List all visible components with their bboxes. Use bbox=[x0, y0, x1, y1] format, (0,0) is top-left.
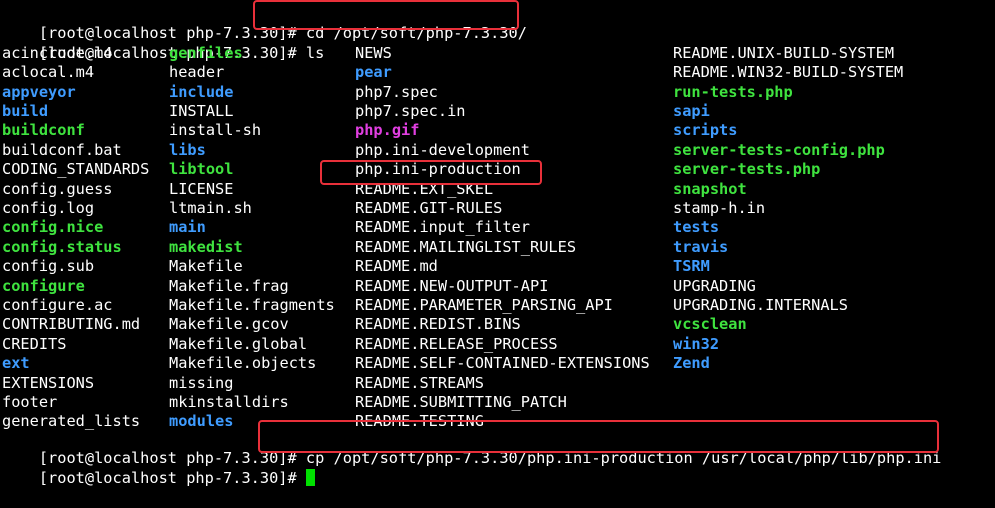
file-entry: Makefile.fragments bbox=[169, 296, 335, 314]
file-entry: header bbox=[169, 63, 225, 82]
directory-entry: appveyor bbox=[2, 82, 76, 101]
file-entry: config.guess bbox=[2, 179, 113, 198]
file-entry: LICENSE bbox=[169, 179, 234, 198]
directory-entry: pear bbox=[355, 63, 392, 82]
directory-entry: main bbox=[169, 218, 206, 237]
file-entry: README.GIT-RULES bbox=[355, 199, 503, 217]
file-entry: server-tests-config.php bbox=[673, 140, 885, 159]
directory-entry: TSRM bbox=[673, 257, 710, 276]
file-entry: README.md bbox=[355, 257, 438, 276]
file-entry: Makefile.objects bbox=[169, 354, 317, 373]
file-entry: php7.spec.in bbox=[355, 102, 466, 120]
file-entry: README.NEW-OUTPUT-API bbox=[355, 276, 549, 295]
file-entry: Makefile.frag bbox=[169, 276, 289, 295]
file-entry: footer bbox=[2, 393, 58, 411]
file-entry: EXTENSIONS bbox=[2, 373, 95, 392]
terminal-cursor bbox=[305, 468, 315, 486]
file-entry: Makefile.gcov bbox=[169, 315, 289, 334]
file-entry: ltmain.sh bbox=[169, 199, 252, 217]
highlight-box-php-ini-production bbox=[320, 160, 542, 185]
file-entry: config.log bbox=[2, 199, 95, 217]
file-entry: README.SUBMITTING_PATCH bbox=[355, 393, 567, 411]
file-entry: run-tests.php bbox=[673, 82, 793, 101]
file-entry: INSTALL bbox=[169, 102, 234, 120]
file-entry: buildconf bbox=[2, 121, 85, 140]
file-entry: php.gif bbox=[355, 121, 420, 140]
file-entry: makedist bbox=[169, 237, 243, 256]
file-entry: configure bbox=[2, 276, 85, 295]
file-entry: missing bbox=[169, 373, 234, 392]
file-entry: README.input_filter bbox=[355, 218, 530, 237]
file-entry: configure.ac bbox=[2, 296, 113, 314]
file-entry: README.STREAMS bbox=[355, 373, 484, 392]
file-entry: mkinstalldirs bbox=[169, 393, 289, 411]
command-text: ls bbox=[305, 43, 325, 62]
file-entry: CODING_STANDARDS bbox=[2, 160, 150, 179]
file-entry: README.WIN32-BUILD-SYSTEM bbox=[673, 63, 904, 82]
file-entry: php.ini-development bbox=[355, 140, 530, 159]
file-entry: Makefile bbox=[169, 257, 243, 276]
file-entry: README.REDIST.BINS bbox=[355, 315, 521, 334]
file-entry: CONTRIBUTING.md bbox=[2, 315, 141, 334]
file-entry: libtool bbox=[169, 160, 234, 179]
highlight-box-cp-command bbox=[258, 420, 939, 453]
file-entry: Makefile.global bbox=[169, 334, 308, 353]
file-entry: aclocal.m4 bbox=[2, 63, 95, 82]
directory-entry: sapi bbox=[673, 102, 710, 120]
file-entry: stamp-h.in bbox=[673, 199, 766, 217]
shell-prompt: [root@localhost php-7.3.30]# bbox=[38, 468, 306, 487]
file-entry: php7.spec bbox=[355, 82, 438, 101]
file-entry: README.MAILINGLIST_RULES bbox=[355, 237, 577, 256]
file-entry: README.UNIX-BUILD-SYSTEM bbox=[673, 43, 895, 62]
directory-entry: include bbox=[169, 82, 234, 101]
file-entry: README.PARAMETER_PARSING_API bbox=[355, 296, 613, 314]
file-entry: install-sh bbox=[169, 121, 262, 140]
directory-entry: scripts bbox=[673, 121, 738, 140]
file-entry: README.RELEASE_PROCESS bbox=[355, 334, 558, 353]
file-entry: snapshot bbox=[673, 179, 747, 198]
directory-entry: modules bbox=[169, 412, 234, 431]
file-entry: CREDITS bbox=[2, 334, 67, 353]
file-entry: acinclude.m4 bbox=[2, 43, 113, 62]
directory-entry: libs bbox=[169, 140, 206, 159]
directory-entry: win32 bbox=[673, 334, 720, 353]
terminal-window[interactable]: [root@localhost php-7.3.30]# cd /opt/sof… bbox=[0, 0, 995, 492]
file-entry: config.sub bbox=[2, 257, 95, 276]
file-entry: buildconf.bat bbox=[2, 140, 122, 159]
file-entry: UPGRADING.INTERNALS bbox=[673, 296, 848, 314]
file-entry: NEWS bbox=[355, 43, 392, 62]
directory-entry: Zend bbox=[673, 354, 710, 373]
file-entry: config.nice bbox=[2, 218, 104, 237]
file-entry: config.status bbox=[2, 237, 122, 256]
file-entry: server-tests.php bbox=[673, 160, 821, 179]
file-entry: genfiles bbox=[169, 43, 243, 62]
file-entry: README.SELF-CONTAINED-EXTENSIONS bbox=[355, 354, 650, 373]
file-entry: vcsclean bbox=[673, 315, 747, 334]
directory-entry: travis bbox=[673, 237, 729, 256]
directory-entry: build bbox=[2, 102, 49, 120]
file-entry: UPGRADING bbox=[673, 276, 756, 295]
file-entry: generated_lists bbox=[2, 412, 141, 431]
directory-entry: ext bbox=[2, 354, 30, 373]
highlight-box-cd-command bbox=[253, 0, 519, 30]
directory-entry: tests bbox=[673, 218, 720, 237]
